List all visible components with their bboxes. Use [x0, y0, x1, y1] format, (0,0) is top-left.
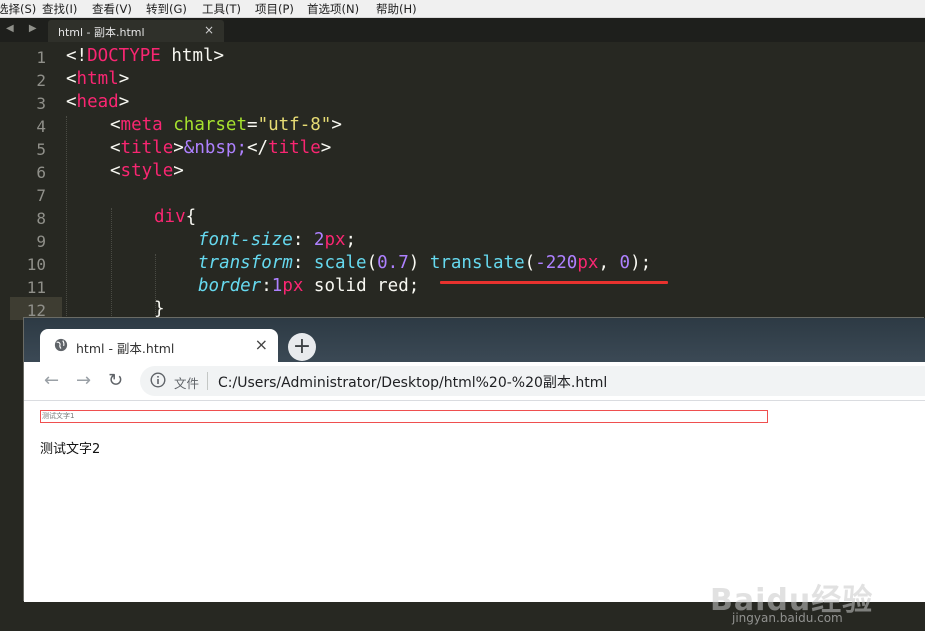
indent-guide	[66, 116, 67, 324]
editor-tab-label: html - 副本.html	[58, 26, 145, 39]
paragraph-text: 测试文字2	[40, 442, 101, 457]
watermark-url: jingyan.baidu.com	[732, 611, 843, 625]
menu-project[interactable]: 项目(P)	[255, 1, 294, 17]
globe-icon	[54, 338, 68, 352]
code-line-2: <html>	[66, 69, 130, 89]
menu-preferences[interactable]: 首选项(N)	[307, 1, 359, 17]
url-text[interactable]: C:/Users/Administrator/Desktop/html%20-%…	[218, 372, 607, 392]
back-arrow-icon[interactable]: ←	[44, 370, 59, 391]
code-line-9: font-size: 2px;	[198, 230, 357, 250]
browser-toolbar: ← → ↻ 文件 C:/Users/Administrator/Desktop/…	[24, 362, 925, 401]
code-line-4: <meta charset="utf-8">	[110, 115, 342, 135]
menu-select[interactable]: 选择(S)	[0, 1, 36, 17]
info-icon[interactable]	[150, 372, 166, 388]
tab-scroll-arrows-icon[interactable]: ◀ ▶	[6, 23, 43, 34]
address-divider	[207, 372, 208, 390]
menu-view[interactable]: 查看(V)	[92, 1, 132, 17]
new-tab-button[interactable]: +	[288, 333, 316, 361]
code-line-1: <!DOCTYPE html>	[66, 46, 225, 66]
browser-window: html - 副本.html × + ← → ↻ 文件 C:/Users/Adm…	[24, 318, 925, 625]
file-scheme-label: 文件	[174, 376, 200, 391]
forward-arrow-icon[interactable]: →	[76, 370, 91, 391]
editor-tabbar: ◀ ▶ html - 副本.html ×	[0, 18, 925, 42]
scaled-div-text: 测试文字1	[42, 412, 75, 420]
browser-tab-title: html - 副本.html	[76, 341, 175, 356]
code-line-5: <title>&nbsp;</title>	[110, 138, 332, 158]
browser-tab[interactable]: html - 副本.html ×	[40, 329, 278, 362]
browser-tabstrip: html - 副本.html × +	[24, 318, 925, 362]
code-line-6: <style>	[110, 161, 184, 181]
code-line-8: div{	[154, 207, 197, 227]
baidu-watermark: Baidu经验 jingyan.baidu.com	[710, 571, 910, 631]
indent-guide	[111, 208, 112, 324]
code-line-12: }	[154, 299, 165, 319]
editor-menubar: 选择(S) 查找(I) 查看(V) 转到(G) 工具(T) 项目(P) 首选项(…	[0, 0, 925, 18]
menu-help[interactable]: 帮助(H)	[376, 1, 417, 17]
menu-find[interactable]: 查找(I)	[42, 1, 77, 17]
page-viewport: 测试文字1 测试文字2 Baidu经验 jingyan.baidu.com	[24, 401, 925, 625]
editor-tab-close-icon[interactable]: ×	[204, 23, 214, 37]
editor-tab[interactable]: html - 副本.html ×	[48, 20, 224, 42]
code-line-3: <head>	[66, 92, 130, 112]
address-bar[interactable]: 文件 C:/Users/Administrator/Desktop/html%2…	[140, 366, 925, 396]
menu-goto[interactable]: 转到(G)	[146, 1, 187, 17]
menu-tools[interactable]: 工具(T)	[202, 1, 241, 17]
code-line-10: transform: scale(0.7) translate(-220px, …	[198, 253, 652, 273]
browser-tab-close-icon[interactable]: ×	[255, 335, 268, 354]
scaled-div: 测试文字1	[40, 410, 768, 423]
reload-icon[interactable]: ↻	[108, 370, 123, 391]
red-underline-annotation	[440, 281, 668, 284]
code-line-11: border:1px solid red;	[198, 276, 420, 296]
